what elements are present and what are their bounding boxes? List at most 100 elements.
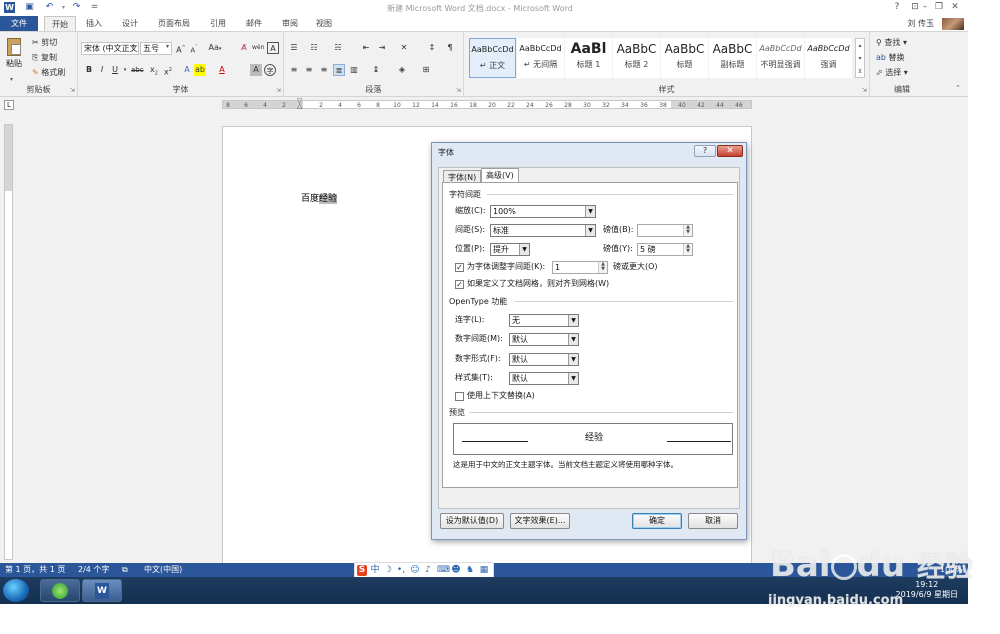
replace-button[interactable]: ab 替换 (876, 52, 905, 64)
style-emphasis[interactable]: AaBbCcDd 强调 (805, 38, 852, 78)
user-name[interactable]: 刘 传玉 (907, 17, 934, 30)
find-button[interactable]: ⚲ 查找 ▾ (876, 37, 907, 49)
superscript-icon[interactable]: x2 (162, 64, 174, 77)
taskbar-word[interactable]: W (82, 579, 122, 602)
justify-icon[interactable]: ≣ (333, 64, 345, 76)
align-right-icon[interactable]: ≡ (318, 64, 330, 76)
font-name-dropdown-icon[interactable]: ▾ (132, 43, 135, 50)
spin-icon[interactable]: ▲ ▼ (598, 262, 607, 273)
style-heading-2[interactable]: AaBbC 标题 2 (613, 38, 660, 78)
proofing-icon[interactable]: ⧉ (122, 563, 128, 577)
punctuation-icon[interactable]: •, (396, 565, 406, 576)
collapse-ribbon-icon[interactable]: ⌃ (955, 84, 961, 92)
language-status[interactable]: 中文(中国) (144, 563, 182, 577)
borders-icon[interactable]: ⊞ (420, 64, 432, 76)
distributed-icon[interactable]: ▥ (348, 64, 360, 76)
tab-insert[interactable]: 插入 (80, 16, 108, 31)
microphone-icon[interactable]: ♪ (423, 565, 433, 576)
help-icon[interactable]: ? (890, 1, 904, 13)
bold-icon[interactable]: B (83, 64, 95, 76)
emoji-icon[interactable]: ☺ (410, 565, 420, 576)
tab-review[interactable]: 审阅 (276, 16, 304, 31)
user-icon[interactable]: ☻ (451, 565, 461, 576)
cancel-button[interactable]: 取消 (688, 513, 738, 529)
sort-icon[interactable]: ↕ (426, 42, 438, 54)
ime-mode-icon[interactable]: 中 (370, 565, 380, 576)
paste-button[interactable]: 粘贴 (5, 38, 23, 68)
tab-file[interactable]: 文件 (0, 16, 38, 31)
font-color-icon[interactable]: A (216, 64, 228, 76)
underline-dropdown-icon[interactable]: ▾ (119, 64, 131, 76)
dialog-help-button[interactable]: ? (694, 145, 716, 157)
tab-selector[interactable]: L (4, 100, 14, 110)
subscript-icon[interactable]: x2 (148, 64, 160, 77)
vertical-ruler[interactable] (4, 124, 13, 560)
undo-icon[interactable]: ↶ (44, 2, 55, 13)
qat-customize-icon[interactable]: = (89, 2, 100, 13)
document-text[interactable]: 百度经验 (301, 191, 338, 204)
snap-grid-checkbox[interactable]: ✓ (455, 280, 464, 289)
tab-design[interactable]: 设计 (116, 16, 144, 31)
copy-button[interactable]: ⎘ 复制 (32, 52, 57, 64)
spacing-by-input[interactable]: ▲ ▼ (637, 224, 693, 237)
indent-marker[interactable]: ▽ △ (297, 98, 304, 111)
shrink-font-icon[interactable]: Aˇ (188, 42, 200, 54)
text-effects-icon[interactable]: A (181, 64, 193, 76)
num-forms-combo[interactable]: 默认 ▼ (509, 353, 579, 366)
character-border-icon[interactable]: A (267, 42, 279, 54)
change-case-button[interactable]: Aa▾ (206, 42, 224, 54)
italic-icon[interactable]: I (96, 64, 108, 76)
bullets-icon[interactable]: ☰ (288, 42, 300, 54)
cut-button[interactable]: ✂ 剪切 (32, 37, 57, 49)
ligatures-combo[interactable]: 无 ▼ (509, 314, 579, 327)
shading-icon[interactable]: ◈ (396, 64, 408, 76)
chinese-layout-icon[interactable]: ✕ (398, 42, 410, 54)
font-launcher-icon[interactable]: ⇲ (276, 87, 281, 94)
increase-indent-icon[interactable]: ⇥ (376, 42, 388, 54)
tab-page-layout[interactable]: 页面布局 (152, 16, 196, 31)
format-painter-button[interactable]: ✎ 格式刷 (32, 67, 65, 79)
character-shading-icon[interactable]: A (250, 64, 262, 76)
keyboard-icon[interactable]: ⌨ (437, 565, 450, 576)
kerning-input[interactable]: 1 ▲ ▼ (552, 261, 608, 274)
enclose-characters-icon[interactable]: 字 (264, 64, 276, 76)
spin-icon[interactable]: ▲ ▼ (683, 225, 692, 236)
page-count[interactable]: 第 1 页，共 1 页 (5, 563, 65, 577)
style-heading-1[interactable]: AaBl 标题 1 (565, 38, 612, 78)
taskbar-ie[interactable] (40, 579, 80, 602)
spin-icon[interactable]: ▲ ▼ (683, 244, 692, 255)
num-spacing-combo[interactable]: 默认 ▼ (509, 333, 579, 346)
select-button[interactable]: ⬀ 选择 ▾ (876, 67, 908, 79)
avatar[interactable] (942, 18, 964, 30)
close-icon[interactable]: ✕ (948, 1, 962, 13)
style-subtitle[interactable]: AaBbC 副标题 (709, 38, 756, 78)
multilevel-list-icon[interactable]: ☵ (332, 42, 344, 54)
spacing-combo[interactable]: 标准 ▼ (490, 224, 596, 237)
save-icon[interactable]: ▣ (24, 2, 35, 13)
clipboard-launcher-icon[interactable]: ⇲ (70, 87, 75, 94)
style-normal[interactable]: AaBbCcDd ↵ 正文 (469, 38, 516, 78)
numbering-icon[interactable]: ☷ (308, 42, 320, 54)
set-default-button[interactable]: 设为默认值(D) (440, 513, 504, 529)
styles-launcher-icon[interactable]: ⇲ (862, 87, 867, 94)
position-combo[interactable]: 提升 ▼ (490, 243, 530, 256)
kerning-checkbox[interactable]: ✓ (455, 263, 464, 272)
word-count[interactable]: 2/4 个字 (78, 563, 109, 577)
moon-icon[interactable]: ☽ (383, 565, 393, 576)
dialog-close-button[interactable]: ✕ (717, 145, 743, 157)
contextual-checkbox[interactable] (455, 392, 464, 401)
tab-home[interactable]: 开始 (44, 16, 76, 31)
paragraph-launcher-icon[interactable]: ⇲ (456, 87, 461, 94)
styles-scroll[interactable]: ▴ ▾ ⊻ (855, 38, 865, 78)
align-center-icon[interactable]: ≡ (303, 64, 315, 76)
phonetic-guide-icon[interactable]: wén (252, 42, 264, 54)
font-size-dropdown-icon[interactable]: ▾ (166, 43, 169, 50)
stylistic-sets-combo[interactable]: 默认 ▼ (509, 372, 579, 385)
tab-mailings[interactable]: 邮件 (240, 16, 268, 31)
style-title[interactable]: AaBbC 标题 (661, 38, 708, 78)
strikethrough-icon[interactable]: abc (131, 64, 144, 76)
skin-icon[interactable]: ♞ (465, 565, 475, 576)
show-marks-icon[interactable]: ¶ (444, 42, 456, 54)
style-subtle-emphasis[interactable]: AaBbCcDd 不明显强调 (757, 38, 804, 78)
minimize-icon[interactable]: – (918, 1, 932, 13)
